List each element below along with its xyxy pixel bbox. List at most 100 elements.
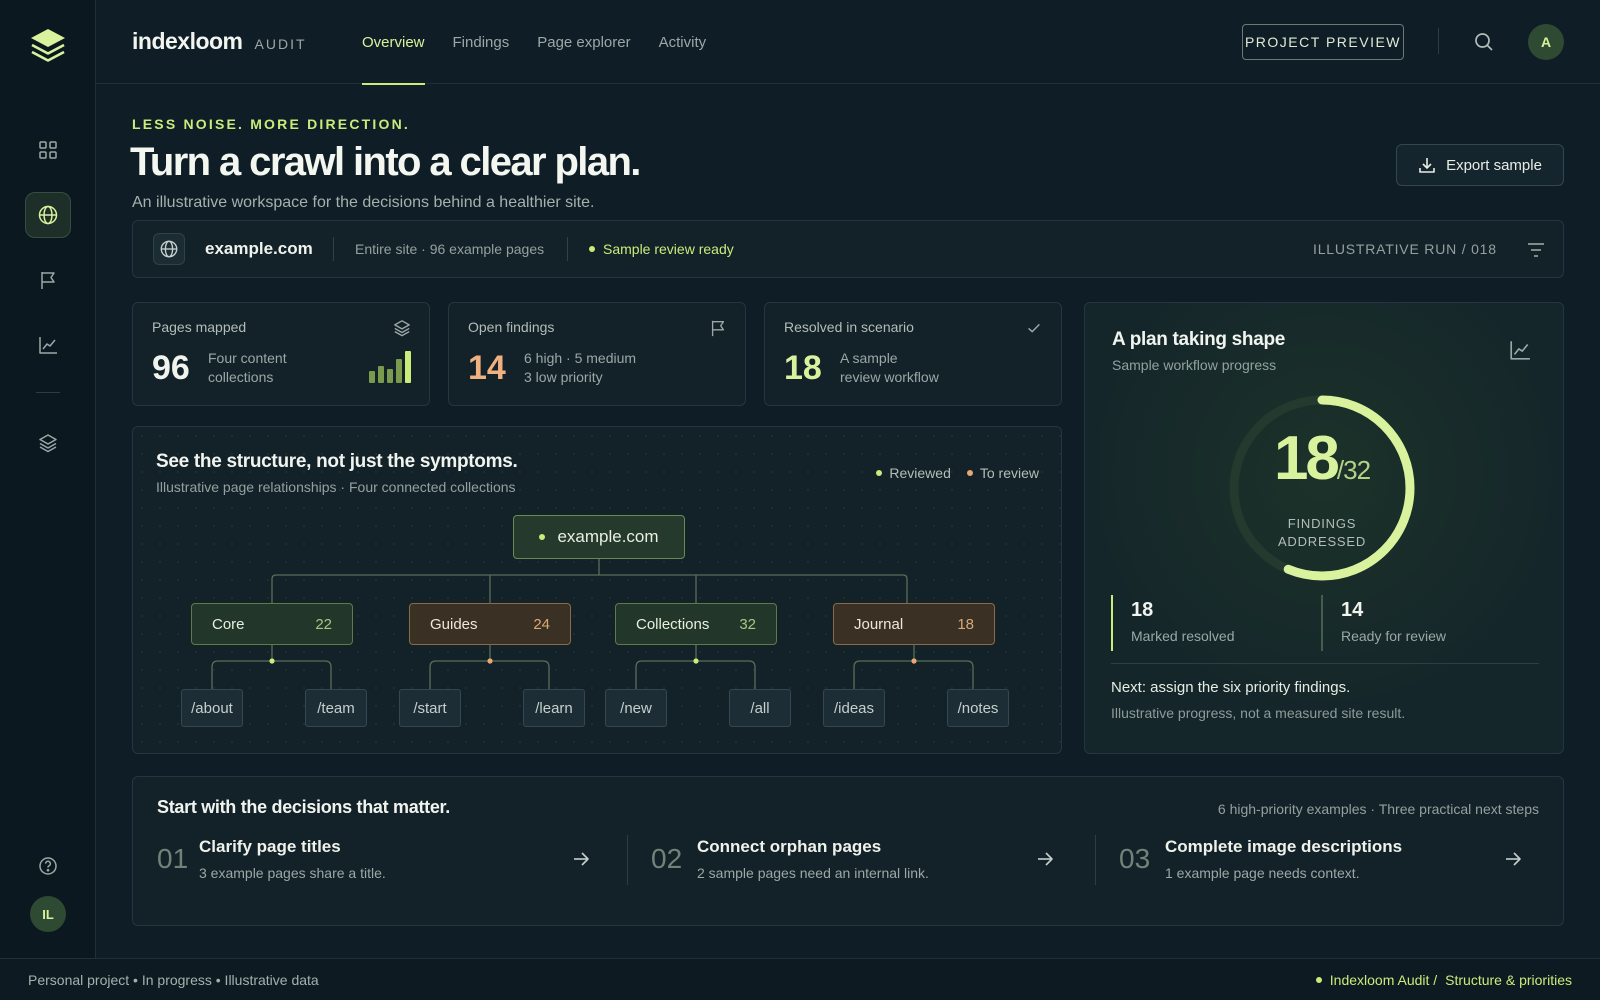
stat-card-pages[interactable]: Pages mapped 96 Four content collections — [132, 302, 430, 406]
page-node-team[interactable]: /team — [305, 689, 367, 727]
legend-label: Reviewed — [889, 465, 951, 481]
collection-name: Collections — [636, 615, 710, 633]
layers-icon[interactable] — [25, 420, 71, 466]
stat-card-resolved[interactable]: Resolved in scenario 18 A sample review … — [764, 302, 1062, 406]
legend-dot — [966, 470, 973, 476]
next-steps-card: Start with the decisions that matter. 6 … — [132, 776, 1564, 926]
step-description: 1 example page needs context. — [1165, 865, 1360, 881]
stat-desc-line: collections — [208, 369, 274, 385]
stat-desc-line: A sample — [840, 350, 898, 366]
flag-icon[interactable] — [25, 257, 71, 303]
plan-title: A plan taking shape — [1112, 329, 1286, 350]
collection-count: 18 — [957, 615, 974, 633]
stat-label: Pages mapped — [152, 319, 247, 335]
brand[interactable]: indexloom AUDIT — [132, 28, 307, 55]
stat-value: 18 — [784, 349, 822, 387]
collection-node-guides[interactable]: Guides 24 — [409, 603, 571, 645]
divider — [627, 835, 628, 885]
step-number: 01 — [157, 843, 189, 874]
page-node-start[interactable]: /start — [399, 689, 461, 727]
site-bar: example.com Entire site · 96 example pag… — [132, 220, 1564, 278]
collection-count: 22 — [315, 615, 332, 633]
eyebrow: LESS NOISE. MORE DIRECTION. — [132, 116, 410, 132]
collection-node-core[interactable]: Core 22 — [191, 603, 353, 645]
top-divider — [1438, 28, 1439, 54]
main-nav: Overview Findings Page explorer Activity — [362, 0, 707, 85]
tab-activity[interactable]: Activity — [659, 0, 707, 84]
layers-icon — [393, 319, 411, 337]
stat-desc-line: Four content — [208, 350, 287, 366]
stat-description: A sample review workflow — [840, 349, 939, 387]
step-item-1[interactable]: 01 Clarify page titles 3 example pages s… — [157, 837, 591, 887]
gauge-label: FINDINGS ADDRESSED — [1225, 515, 1419, 551]
export-label: Export sample — [1446, 156, 1542, 174]
user-avatar[interactable]: IL — [30, 896, 66, 932]
chart-icon[interactable] — [25, 322, 71, 368]
run-label: ILLUSTRATIVE RUN / 018 — [1313, 241, 1497, 257]
page-node-notes[interactable]: /notes — [947, 689, 1009, 727]
help-icon[interactable] — [25, 843, 71, 889]
export-sample-button[interactable]: Export sample — [1396, 144, 1564, 186]
step-description: 2 sample pages need an internal link. — [697, 865, 929, 881]
chart-icon[interactable] — [1509, 339, 1531, 361]
plan-note: Illustrative progress, not a measured si… — [1111, 705, 1406, 721]
collection-node-collections[interactable]: Collections 32 — [615, 603, 777, 645]
grid-icon[interactable] — [25, 127, 71, 173]
arrow-right-icon — [1503, 849, 1523, 869]
tab-overview[interactable]: Overview — [362, 0, 425, 85]
divider — [567, 237, 568, 261]
steps-meta: 6 high-priority examples · Three practic… — [1217, 801, 1539, 817]
top-bar: indexloom AUDIT Overview Findings Page e… — [96, 0, 1600, 85]
stat-value: 96 — [152, 349, 190, 387]
tree-root-node[interactable]: example.com — [513, 515, 685, 559]
root-label: example.com — [557, 527, 659, 546]
resolved-stat: 18 Marked resolved — [1111, 595, 1235, 651]
step-number: 03 — [1119, 843, 1151, 874]
search-icon[interactable] — [1472, 30, 1496, 54]
resolved-value: 18 — [1131, 599, 1154, 621]
collection-count: 24 — [533, 615, 550, 633]
step-item-2[interactable]: 02 Connect orphan pages 2 sample pages n… — [651, 837, 1055, 887]
collection-count: 32 — [739, 615, 756, 633]
arrow-right-icon — [571, 849, 591, 869]
site-scope: Entire site · 96 example pages — [355, 241, 545, 257]
page-node-about[interactable]: /about — [181, 689, 243, 727]
rail-divider — [36, 392, 60, 393]
collection-node-journal[interactable]: Journal 18 — [833, 603, 995, 645]
layers-logo-icon[interactable] — [28, 26, 68, 66]
gauge-value: 18/32 — [1225, 423, 1419, 494]
review-value: 14 — [1341, 599, 1364, 621]
step-item-3[interactable]: 03 Complete image descriptions 1 example… — [1119, 837, 1523, 887]
legend-dot — [876, 470, 883, 476]
page-title: Turn a crawl into a clear plan. — [130, 140, 641, 184]
addressed-count: 18 — [1273, 424, 1340, 493]
filter-icon[interactable] — [1525, 239, 1547, 261]
project-preview-button[interactable]: PROJECT PREVIEW — [1242, 24, 1404, 60]
divider — [333, 237, 334, 261]
tab-page-explorer[interactable]: Page explorer — [537, 0, 630, 84]
page-node-all[interactable]: /all — [729, 689, 791, 727]
collection-name: Guides — [430, 615, 478, 633]
gauge-label-line: ADDRESSED — [1277, 534, 1367, 549]
flag-icon — [709, 319, 727, 337]
page-node-new[interactable]: /new — [605, 689, 667, 727]
gauge-label-line: FINDINGS — [1287, 516, 1357, 531]
review-label: Ready for review — [1341, 628, 1447, 644]
page-node-learn[interactable]: /learn — [523, 689, 585, 727]
site-status-text: Sample review ready — [603, 241, 734, 257]
site-domain: example.com — [205, 239, 313, 258]
next-step-text: Next: assign the six priority findings. — [1111, 679, 1351, 696]
collection-name: Core — [212, 615, 245, 633]
stat-description: 6 high · 5 medium 3 low priority — [524, 349, 636, 387]
plan-subtitle: Sample workflow progress — [1112, 357, 1277, 373]
step-title: Connect orphan pages — [697, 837, 882, 856]
page-node-ideas[interactable]: /ideas — [823, 689, 885, 727]
tab-findings[interactable]: Findings — [453, 0, 510, 84]
divider — [1111, 663, 1539, 664]
breadcrumb-app[interactable]: Indexloom Audit / — [1330, 972, 1437, 988]
globe-icon[interactable] — [25, 192, 71, 238]
stat-card-findings[interactable]: Open findings 14 6 high · 5 medium 3 low… — [448, 302, 746, 406]
status-dot — [589, 246, 595, 252]
stat-desc-line: 3 low priority — [524, 369, 603, 385]
account-avatar[interactable]: A — [1528, 24, 1564, 60]
